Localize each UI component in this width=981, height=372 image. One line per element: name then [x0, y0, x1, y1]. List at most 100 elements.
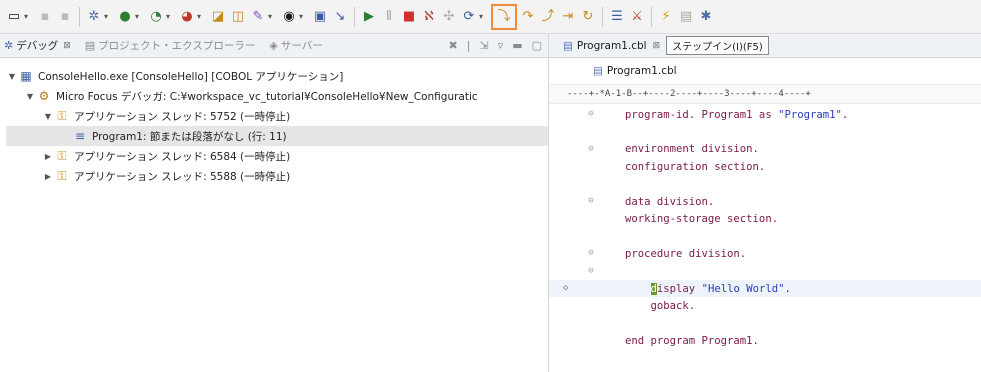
code-line[interactable]: [549, 228, 981, 245]
run-dropdown-icon[interactable]: ▾: [135, 12, 143, 21]
tab-debug[interactable]: ✲ デバッグ ⊠: [4, 38, 71, 53]
code-text: data division.: [625, 195, 715, 208]
step-return-icon[interactable]: ⤴: [539, 7, 557, 27]
tab-program1-cbl[interactable]: ▤ Program1.cbl ⊠: [563, 40, 660, 52]
view-menu-icon[interactable]: ▿: [498, 39, 504, 52]
fold-icon[interactable]: ⊖: [587, 144, 595, 153]
cobol-perspective-icon[interactable]: ⚡: [657, 7, 675, 27]
code-line[interactable]: ⊖ data division.: [549, 193, 981, 210]
coverage-icon[interactable]: ◕: [178, 7, 196, 27]
tree-item-debugger[interactable]: ▼ ⚙ Micro Focus デバッガ: C:¥workspace_vc_tu…: [6, 86, 548, 106]
new-folder-icon[interactable]: ◫: [229, 7, 247, 27]
tab-servers[interactable]: ◈ サーバー: [269, 38, 322, 53]
code-text: goback.: [625, 299, 696, 312]
tree-item-thread[interactable]: ▶ ⚿ アプリケーション スレッド: 5588 (一時停止): [6, 166, 548, 186]
chevron-right-icon[interactable]: ▶: [42, 152, 54, 161]
profile-icon[interactable]: ◉: [280, 7, 298, 27]
minimize-icon[interactable]: ▬: [512, 39, 522, 52]
step-over-icon[interactable]: ↷: [519, 7, 537, 27]
chevron-down-icon[interactable]: ▼: [24, 92, 36, 101]
stack-frame-icon: ≡: [74, 129, 86, 143]
build-dropdown-icon[interactable]: ▾: [268, 12, 276, 21]
breadcrumb-label: Program1.cbl: [606, 65, 677, 77]
animate-icon[interactable]: ✣: [440, 7, 458, 27]
step-into-tooltip: ステップイン(I)(F5): [666, 36, 769, 55]
save-icon[interactable]: ▪: [36, 7, 54, 27]
run-to-line-icon[interactable]: ⇥: [559, 7, 577, 27]
refresh-icon[interactable]: ⟳: [460, 7, 478, 27]
code-line[interactable]: [549, 123, 981, 140]
close-icon[interactable]: ⊠: [63, 41, 71, 51]
toolbar-separator: [651, 6, 652, 27]
code-area[interactable]: ⊖ program-id. Program1 as "Program1". ⊖ env…: [549, 104, 981, 349]
debug-config-icon[interactable]: ✲: [85, 7, 103, 27]
new-project-icon[interactable]: ◪: [209, 7, 227, 27]
cobol-file-icon: ▤: [563, 39, 573, 52]
code-text: environment division.: [625, 143, 759, 156]
code-line[interactable]: ⊖ program-id. Program1 as "Program1".: [549, 106, 981, 123]
code-line[interactable]: [549, 315, 981, 332]
code-line-current[interactable]: ◇ display "Hello World".: [549, 279, 981, 298]
step-into-icon[interactable]: ⤵: [491, 3, 517, 30]
code-line[interactable]: goback.: [549, 297, 981, 314]
tree-item-thread[interactable]: ▼ ⚿ アプリケーション スレッド: 5752 (一時停止): [6, 106, 548, 126]
suspend-icon[interactable]: Ⅱ: [380, 7, 398, 27]
debug-perspective-icon[interactable]: ✱: [697, 7, 715, 27]
resume-icon[interactable]: ▶: [360, 7, 378, 27]
compare-icon[interactable]: ⚔: [628, 7, 646, 27]
build-icon[interactable]: ✎: [249, 7, 267, 27]
editor-tab-label: Program1.cbl: [576, 39, 647, 52]
use-step-filters-icon[interactable]: ☰: [608, 7, 626, 27]
profile-dropdown-icon[interactable]: ▾: [299, 12, 307, 21]
chevron-down-icon[interactable]: ▼: [6, 72, 18, 81]
column-ruler: ----+-*A-1-B--+----2----+----3----+----4…: [549, 85, 981, 104]
new-dropdown-icon[interactable]: ▾: [24, 12, 32, 21]
cobol-app-icon: ▦: [20, 69, 32, 83]
chevron-right-icon[interactable]: ▶: [42, 172, 54, 181]
tree-item-launch[interactable]: ▼ ▦ ConsoleHello.exe [ConsoleHello] [COB…: [6, 66, 548, 86]
skip-breakpoints-icon[interactable]: ↘: [331, 7, 349, 27]
fold-icon[interactable]: ⊖: [587, 266, 595, 275]
code-line[interactable]: end program Program1.: [549, 332, 981, 349]
string-literal: "Hello World": [701, 282, 785, 295]
chevron-down-icon[interactable]: ▼: [42, 112, 54, 121]
servers-icon: ◈: [269, 39, 278, 52]
drop-to-frame-icon[interactable]: ↻: [579, 7, 597, 27]
terminate-icon[interactable]: ■: [400, 7, 418, 27]
code-line[interactable]: [549, 176, 981, 193]
fold-icon[interactable]: ⊖: [587, 196, 595, 205]
code-line[interactable]: ⊖: [549, 263, 981, 280]
collapse-icon[interactable]: ⇲: [479, 39, 488, 52]
editor-tabs: ▤ Program1.cbl ⊠ ステップイン(I)(F5): [549, 34, 981, 58]
code-line[interactable]: ⊖ procedure division.: [549, 245, 981, 262]
coverage-dropdown-icon[interactable]: ▾: [197, 12, 205, 21]
open-console-icon[interactable]: ▣: [311, 7, 329, 27]
code-line[interactable]: configuration section.: [549, 158, 981, 175]
debug-dropdown-icon[interactable]: ▾: [104, 12, 112, 21]
fold-icon[interactable]: ⊖: [587, 110, 595, 119]
save-all-icon[interactable]: ▪: [56, 7, 74, 27]
tree-item-thread[interactable]: ▶ ⚿ アプリケーション スレッド: 6584 (一時停止): [6, 146, 548, 166]
close-icon[interactable]: ⊠: [653, 41, 661, 51]
tree-item-label: アプリケーション スレッド: 6584 (一時停止): [74, 150, 291, 163]
code-line[interactable]: working-storage section.: [549, 210, 981, 227]
external-tool-icon[interactable]: ◔: [147, 7, 165, 27]
remove-terminated-icon[interactable]: ✖: [449, 39, 458, 52]
tab-debug-label: デバッグ: [16, 40, 59, 52]
external-tool-dropdown-icon[interactable]: ▾: [166, 12, 174, 21]
code-text: working-storage section.: [625, 213, 779, 226]
breadcrumb[interactable]: ▤ Program1.cbl: [549, 58, 981, 85]
fold-icon[interactable]: ⊖: [587, 249, 595, 258]
toolbar-separator: [79, 6, 80, 27]
code-line[interactable]: ⊖ environment division.: [549, 141, 981, 158]
maximize-icon[interactable]: ▢: [532, 39, 542, 52]
tab-project-explorer[interactable]: ▤ プロジェクト・エクスプローラー: [85, 38, 256, 53]
tree-item-stack-frame[interactable]: ≡ Program1: 節または段落がなし (行: 11): [6, 126, 548, 146]
perspective-icon[interactable]: ▤: [677, 7, 695, 27]
run-icon[interactable]: ●: [116, 7, 134, 27]
new-icon[interactable]: ▭: [5, 7, 23, 27]
disconnect-icon[interactable]: ℵ: [420, 7, 438, 27]
tree-item-label: ConsoleHello.exe [ConsoleHello] [COBOL ア…: [38, 70, 344, 83]
thread-suspended-icon: ⚿: [57, 148, 67, 163]
refresh-dropdown-icon[interactable]: ▾: [479, 12, 487, 21]
